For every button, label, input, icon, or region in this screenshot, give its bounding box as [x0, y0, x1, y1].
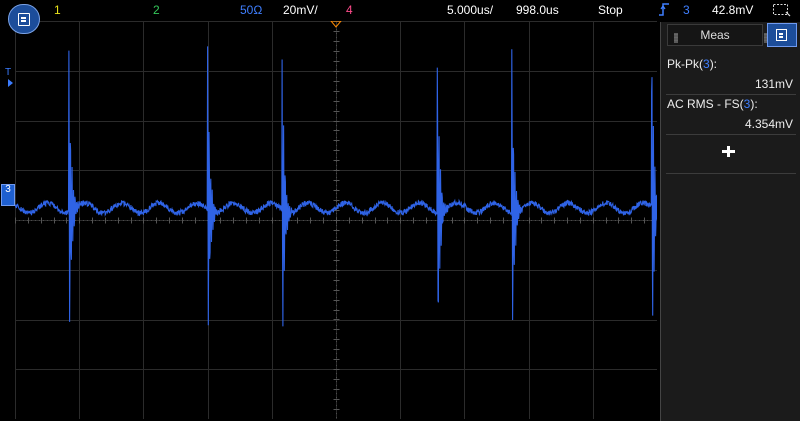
divider — [666, 94, 796, 95]
panel-header: Meas — [661, 22, 800, 48]
drag-handle-icon[interactable] — [674, 33, 678, 43]
channel-3-marker-label: 3 — [5, 184, 11, 195]
measurement-label: AC RMS - FS(3): — [667, 97, 758, 111]
measurement-value: 131mV — [755, 77, 793, 91]
divider — [666, 134, 796, 135]
measurement-panel: Meas Pk-Pk(3): 131mV AC RMS - FS(3): 4.3… — [660, 22, 800, 421]
measurement-label: Pk-Pk(3): — [667, 57, 717, 71]
trigger-source[interactable]: 3 — [683, 3, 690, 17]
volts-per-div[interactable]: 20mV/ — [283, 3, 318, 17]
time-delay[interactable]: 998.0us — [516, 3, 559, 17]
trigger-arrow-icon — [8, 79, 13, 87]
panel-menu-button[interactable] — [767, 23, 797, 47]
graticule — [15, 21, 657, 419]
waveform-display[interactable] — [15, 21, 657, 419]
main-menu-icon — [18, 13, 30, 26]
time-per-div[interactable]: 5.000us/ — [447, 3, 493, 17]
trigger-level[interactable]: 42.8mV — [712, 3, 753, 17]
panel-menu-icon — [776, 29, 787, 41]
tab-meas[interactable]: Meas — [667, 24, 763, 46]
plus-icon[interactable] — [721, 144, 737, 160]
channel-1-label[interactable]: 1 — [54, 3, 61, 17]
measurement-value: 4.354mV — [745, 117, 793, 131]
trigger-level-marker[interactable]: T — [5, 67, 11, 78]
run-state[interactable]: Stop — [598, 3, 623, 17]
channel-2-label[interactable]: 2 — [153, 3, 160, 17]
main-menu-button[interactable] — [8, 4, 40, 34]
tab-meas-label: Meas — [700, 28, 729, 42]
divider — [666, 173, 796, 174]
rising-edge-icon[interactable] — [658, 2, 670, 20]
graticule-grid — [15, 21, 657, 419]
input-impedance[interactable]: 50Ω — [240, 3, 262, 17]
selection-box-icon[interactable] — [772, 2, 792, 18]
channel-4-label[interactable]: 4 — [346, 3, 353, 17]
status-bar: 1 2 50Ω 20mV/ 4 5.000us/ 998.0us Stop 3 … — [0, 0, 800, 22]
channel-3-ground-marker[interactable]: 3 — [1, 184, 15, 206]
